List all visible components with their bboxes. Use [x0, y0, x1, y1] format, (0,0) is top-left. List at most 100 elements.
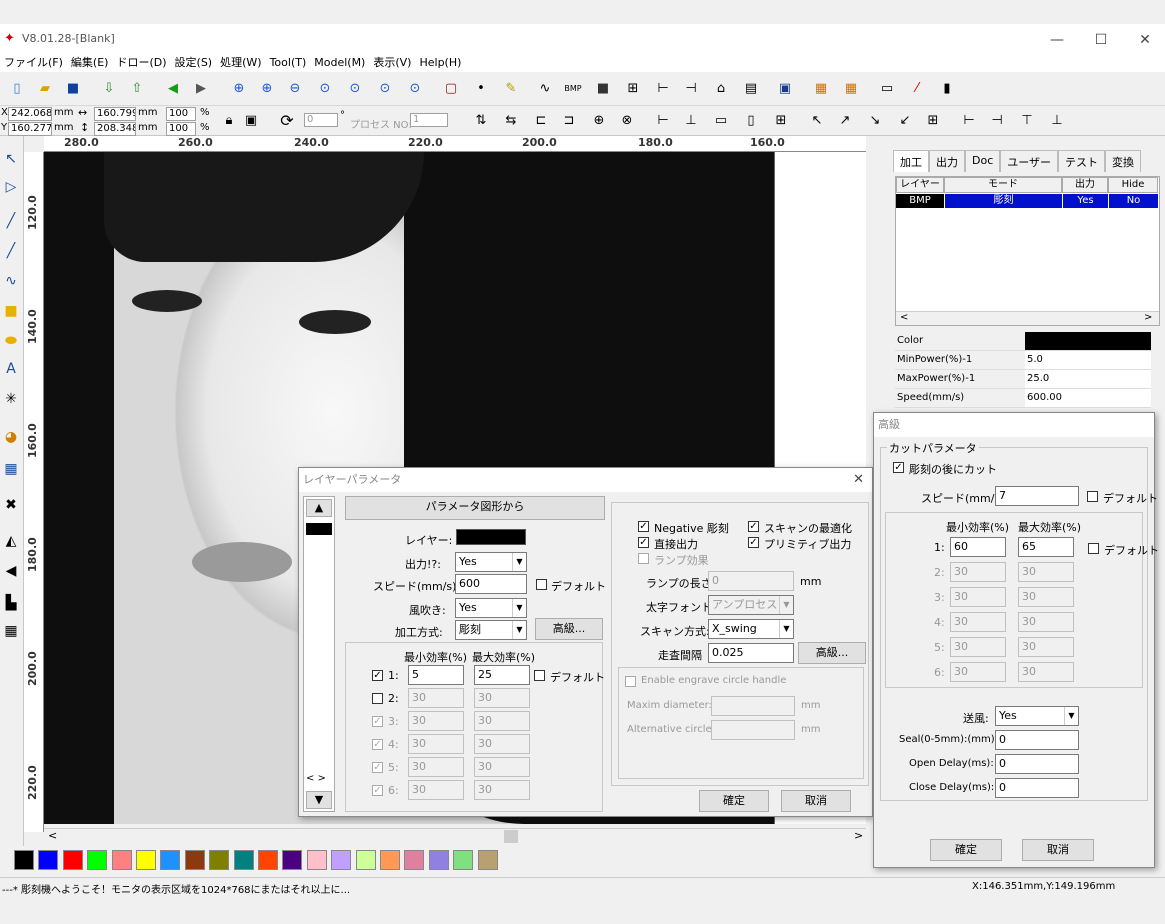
close-icon[interactable]: ✕: [853, 472, 864, 487]
align-bl-icon[interactable]: ↙: [894, 110, 916, 132]
menu-draw[interactable]: ドロー(D): [112, 54, 170, 72]
zoom-select-icon[interactable]: ⊙: [344, 78, 366, 100]
height-input[interactable]: 208.348: [94, 122, 136, 136]
primitive-checkbox[interactable]: ✓: [748, 537, 759, 548]
same-h-icon[interactable]: ▯: [740, 110, 762, 132]
max-power-input[interactable]: 30: [474, 688, 530, 708]
table-scrollbar[interactable]: < >: [896, 311, 1159, 325]
color-swatch[interactable]: [233, 850, 254, 870]
power-default-checkbox[interactable]: [1088, 543, 1099, 554]
same-size-icon[interactable]: ⊞: [770, 110, 792, 132]
ok-button[interactable]: 確定: [930, 839, 1002, 861]
alt-circle-input[interactable]: [711, 720, 795, 740]
color-swatch[interactable]: [87, 850, 108, 870]
scroll-right-icon[interactable]: >: [854, 829, 863, 842]
color-swatch[interactable]: [136, 850, 156, 870]
doc-icon[interactable]: ▤: [740, 78, 762, 100]
tab-test[interactable]: テスト: [1058, 150, 1106, 172]
same-w-icon[interactable]: ▭: [710, 110, 732, 132]
process-input[interactable]: 1: [410, 113, 448, 127]
max-power-input[interactable]: 65: [1018, 537, 1074, 557]
undo-icon[interactable]: ◀: [162, 78, 184, 100]
layer-color-swatch[interactable]: [456, 529, 526, 545]
align-tl-icon[interactable]: ↖: [806, 110, 828, 132]
align-br-icon[interactable]: ↘: [864, 110, 886, 132]
max-power-input[interactable]: 30: [474, 734, 530, 754]
polygon-icon[interactable]: ◕: [0, 426, 22, 448]
center-icon[interactable]: ⊕: [588, 110, 610, 132]
speed-default-checkbox[interactable]: [536, 579, 547, 590]
point-icon[interactable]: ✳: [0, 388, 22, 410]
power-default-checkbox[interactable]: [534, 670, 545, 681]
max-power-input[interactable]: 25: [474, 665, 530, 685]
row-hide[interactable]: No: [1109, 194, 1158, 208]
max-power-input[interactable]: 30: [474, 780, 530, 800]
mirror-tool-icon[interactable]: ◭: [0, 530, 22, 552]
advanced-button[interactable]: 高級...: [535, 618, 603, 640]
flip-tool-icon[interactable]: ◀: [0, 560, 22, 582]
row-layer[interactable]: BMP: [896, 194, 944, 208]
cut-speed-input[interactable]: 7: [995, 486, 1079, 506]
flip-h-icon[interactable]: ⇅: [470, 110, 492, 132]
power-row-checkbox[interactable]: ✓: [372, 739, 383, 750]
tab-convert[interactable]: 変換: [1105, 150, 1142, 172]
zoom-out-icon[interactable]: ⊖: [284, 78, 306, 100]
cancel-button[interactable]: 取消: [1022, 839, 1094, 861]
menu-edit[interactable]: 編集(E): [67, 54, 113, 72]
scroll-down-icon[interactable]: ▼: [306, 791, 332, 809]
seal-input[interactable]: 0: [995, 730, 1079, 750]
array-icon[interactable]: ▦: [0, 458, 22, 480]
power-row-checkbox[interactable]: [372, 693, 383, 704]
mirror2-icon[interactable]: ⊐: [558, 110, 580, 132]
row-mode[interactable]: 彫刻: [945, 194, 1062, 208]
align-tr-icon[interactable]: ↗: [834, 110, 856, 132]
power-row-checkbox[interactable]: ✓: [372, 785, 383, 796]
tab-user[interactable]: ユーザー: [1000, 150, 1059, 172]
scroll-left-icon[interactable]: <: [48, 829, 57, 842]
node-icon[interactable]: •: [470, 78, 492, 100]
line-icon[interactable]: ╱: [0, 210, 22, 232]
prop-value[interactable]: 600.00: [1025, 389, 1151, 407]
color-swatch[interactable]: [1025, 332, 1151, 350]
horizontal-scrollbar[interactable]: < >: [44, 828, 866, 844]
scan-gap-input[interactable]: 0.025: [708, 643, 794, 663]
blow-select[interactable]: Yes ▼: [995, 706, 1079, 726]
ramp-len-input[interactable]: 0: [708, 571, 794, 591]
scale-h-input[interactable]: 100: [166, 122, 196, 136]
curve-icon[interactable]: ∿: [534, 78, 556, 100]
scale-w-input[interactable]: 100: [166, 107, 196, 121]
min-power-input[interactable]: 30: [408, 757, 464, 777]
delete-icon[interactable]: ✖: [0, 494, 22, 516]
color-swatch[interactable]: [209, 850, 230, 870]
import-icon[interactable]: ⇩: [98, 78, 120, 100]
direct-output-checkbox[interactable]: ✓: [638, 537, 649, 548]
min-power-input[interactable]: 30: [950, 637, 1006, 657]
menu-settings[interactable]: 設定(S): [171, 54, 217, 72]
maximize-button[interactable]: ☐: [1086, 30, 1116, 50]
speed-default-checkbox[interactable]: [1087, 491, 1098, 502]
color-swatch[interactable]: [282, 850, 303, 870]
max-power-input[interactable]: 30: [1018, 612, 1074, 632]
menu-process[interactable]: 処理(W): [216, 54, 265, 72]
zoom-icon[interactable]: ⊕: [228, 78, 250, 100]
color-swatch[interactable]: [38, 850, 59, 870]
y-input[interactable]: 160.277: [8, 122, 52, 136]
zoom-all-icon[interactable]: ⊙: [374, 78, 396, 100]
hat-icon[interactable]: ⌂: [710, 78, 732, 100]
rotate-icon[interactable]: ⟳: [276, 110, 298, 132]
max-power-input[interactable]: 30: [1018, 637, 1074, 657]
color-swatch[interactable]: [331, 850, 352, 870]
prop-value[interactable]: 5.0: [1025, 351, 1151, 369]
bold-font-select[interactable]: アンプロセス ▼: [708, 595, 794, 615]
max-power-input[interactable]: 30: [474, 711, 530, 731]
color-swatch[interactable]: [380, 850, 400, 870]
power-row-checkbox[interactable]: ✓: [372, 716, 383, 727]
close-delay-input[interactable]: 0: [995, 778, 1079, 798]
min-power-input[interactable]: 30: [408, 734, 464, 754]
align-center-icon[interactable]: ⊞: [922, 110, 944, 132]
menu-view[interactable]: 表示(V): [369, 54, 415, 72]
align-v-icon[interactable]: ⊣: [680, 78, 702, 100]
menu-model[interactable]: Model(M): [310, 54, 369, 72]
max-power-input[interactable]: 30: [1018, 587, 1074, 607]
cut-after-checkbox[interactable]: ✓: [893, 462, 904, 473]
